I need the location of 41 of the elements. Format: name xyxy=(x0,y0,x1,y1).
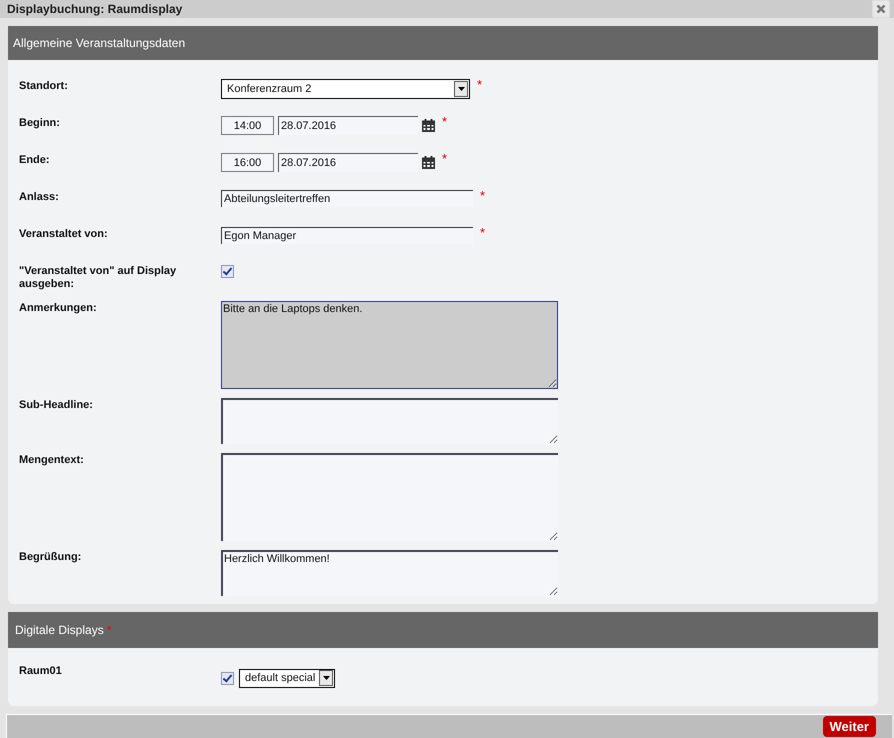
time-field[interactable]: 14:00 xyxy=(221,116,274,136)
checkbox[interactable] xyxy=(221,672,234,686)
text-area[interactable] xyxy=(221,453,558,542)
field-label: Mengentext: xyxy=(19,453,85,468)
text-area[interactable]: Herzlich Willkommen! xyxy=(221,550,558,596)
close-button[interactable] xyxy=(872,0,890,18)
text-area[interactable] xyxy=(221,398,558,444)
date-field[interactable]: 28.07.2016 xyxy=(278,153,418,172)
required-mark: * xyxy=(477,79,482,92)
checkbox[interactable] xyxy=(221,265,234,278)
dropdown-arrow-icon xyxy=(458,87,464,92)
field-label: Anmerkungen: xyxy=(19,301,98,316)
section-title: Digitale Displays xyxy=(15,623,104,638)
calendar-icon[interactable] xyxy=(422,156,435,170)
dialog-title: Displaybuchung: Raumdisplay xyxy=(7,2,182,16)
required-mark: * xyxy=(442,116,448,128)
template-select[interactable]: default special xyxy=(239,668,335,688)
dropdown-arrow-icon xyxy=(322,676,330,680)
close-icon xyxy=(876,4,886,14)
field-label: Raum01 xyxy=(19,664,63,680)
field-label: Ende: xyxy=(19,153,51,168)
field-label: Begrüßung: xyxy=(19,550,82,566)
required-mark: * xyxy=(480,227,486,240)
location-select[interactable]: Konferenzraum 2 xyxy=(221,79,470,100)
field-label: Anlass: xyxy=(19,190,60,206)
text-field[interactable]: Abteilungsleitertreffen xyxy=(221,190,473,208)
text-area[interactable]: Bitte an die Laptops denken. xyxy=(221,301,558,390)
field-label: "Veranstaltet von" auf Display ausgeben: xyxy=(19,264,178,292)
field-label: Sub-Headline: xyxy=(19,398,94,414)
field-label: Beginn: xyxy=(19,116,61,132)
field-label: Standort: xyxy=(19,79,69,94)
calendar-icon[interactable] xyxy=(422,119,435,132)
field-label: Veranstaltet von: xyxy=(19,227,109,242)
required-mark: * xyxy=(106,623,112,638)
required-mark: * xyxy=(442,153,448,166)
section-title: Allgemeine Veranstaltungsdaten xyxy=(13,36,186,50)
required-mark: * xyxy=(480,190,486,202)
text-field[interactable]: Egon Manager xyxy=(221,227,473,244)
date-field[interactable]: 28.07.2016 xyxy=(278,116,418,136)
continue-button[interactable]: Weiter xyxy=(822,716,876,738)
time-field[interactable]: 16:00 xyxy=(221,153,274,172)
